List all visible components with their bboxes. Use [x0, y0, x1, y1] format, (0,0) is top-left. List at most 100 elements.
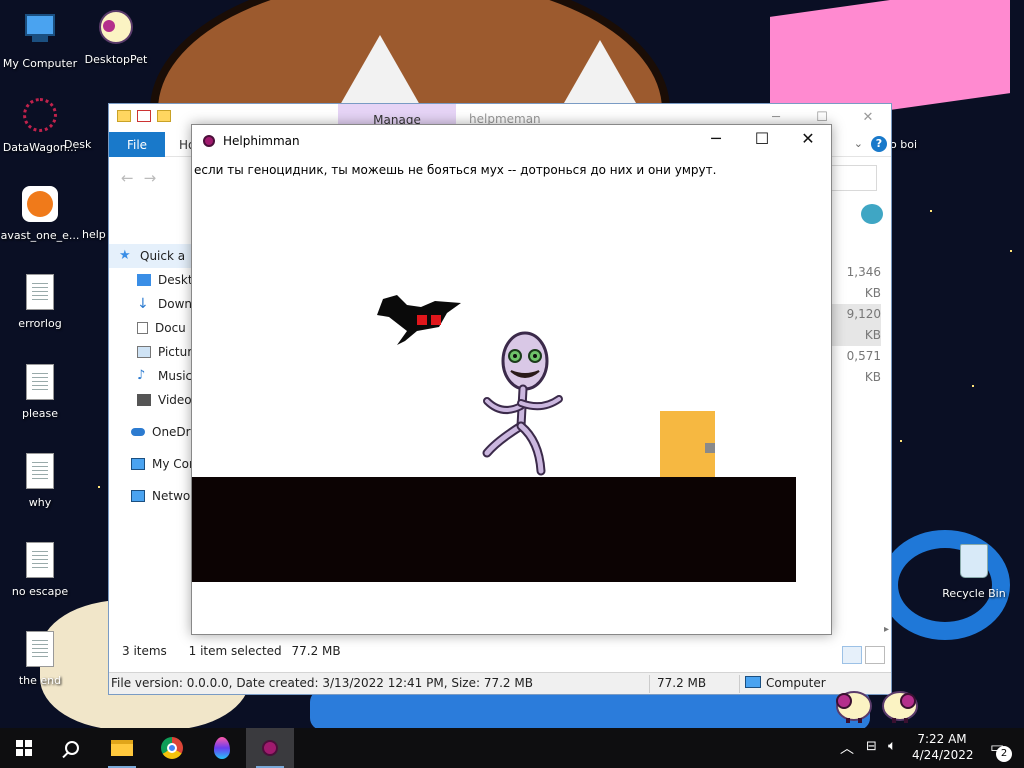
- yellow-box: [660, 411, 715, 481]
- desktop-icon-partial[interactable]: Desk: [64, 138, 108, 151]
- file-size-column: 1,346 KB 9,120 KB 0,571 KB: [831, 262, 881, 388]
- scroll-right-icon[interactable]: ▸: [884, 624, 889, 635]
- desktop-icon-why[interactable]: why: [0, 453, 80, 509]
- video-icon: [137, 394, 151, 406]
- desktop-icon-label: Recycle Bin: [942, 587, 1006, 600]
- desktop-icon-label: o boi: [890, 138, 917, 151]
- desktop-icon-the-end[interactable]: the end: [0, 631, 80, 687]
- chevron-down-icon[interactable]: ⌄: [854, 137, 863, 150]
- game-canvas[interactable]: если ты геноцидник, ты можешь не бояться…: [192, 156, 831, 634]
- divider: [739, 675, 740, 693]
- wallpaper-ear-right: [560, 40, 640, 110]
- nav-buttons[interactable]: ←→: [121, 169, 166, 187]
- desktop-icon-label: the end: [18, 674, 62, 687]
- system-tray: ︿ ⊟ 🔈︎ 7:22 AM 4/24/2022 ▭ 2: [824, 728, 1024, 768]
- app-icon: [203, 135, 215, 147]
- computer-icon: [745, 676, 761, 688]
- desktop-icon-please[interactable]: please: [0, 364, 80, 420]
- minimize-button[interactable]: ─: [693, 125, 739, 156]
- star-icon: ★: [119, 248, 131, 263]
- helphimman-window[interactable]: Helphimman ─ ☐ ✕ если ты геноцидник, ты …: [191, 124, 832, 635]
- desktop-icon-errorlog[interactable]: errorlog: [0, 274, 80, 330]
- desktop-icon-desktoppet[interactable]: DesktopPet: [76, 8, 156, 66]
- location: Computer: [745, 676, 826, 690]
- start-button[interactable]: [0, 728, 48, 768]
- view-buttons: [842, 646, 885, 664]
- desktop-icon-my-computer[interactable]: My Computer: [0, 8, 80, 70]
- taskbar: ︿ ⊟ 🔈︎ 7:22 AM 4/24/2022 ▭ 2: [0, 728, 1024, 768]
- document-icon: [137, 322, 148, 334]
- desktop-icon-recycle-bin[interactable]: Recycle Bin: [934, 542, 1014, 600]
- file-size-total: 77.2 MB: [657, 676, 707, 690]
- ground-platform: [192, 477, 796, 582]
- fly-eye: [431, 315, 441, 325]
- desktop-icon-label: why: [28, 496, 52, 509]
- taskbar-chrome[interactable]: [148, 728, 196, 768]
- volume-icon[interactable]: 🔈︎: [888, 738, 896, 754]
- large-icons-view-icon[interactable]: [865, 646, 885, 664]
- close-button[interactable]: ✕: [845, 104, 891, 132]
- clock[interactable]: 7:22 AM 4/24/2022: [912, 728, 974, 763]
- desktop-pet-sheep[interactable]: [880, 686, 920, 724]
- game-titlebar[interactable]: Helphimman ─ ☐ ✕: [192, 125, 831, 156]
- chevron-up-icon[interactable]: ︿: [840, 738, 854, 758]
- tab-file[interactable]: File: [109, 132, 165, 157]
- player-character: [482, 331, 563, 476]
- desktop-pet-sheep[interactable]: [832, 686, 872, 724]
- item-count: 3 items: [122, 644, 167, 658]
- windows-logo-icon: [16, 740, 32, 756]
- sidebar-item-label: Networ: [152, 489, 196, 503]
- file-size: 1,346 KB: [846, 265, 881, 300]
- selection-size: 77.2 MB: [291, 644, 341, 658]
- quick-access-toolbar: [117, 110, 171, 122]
- desktop-icon-label: My Computer: [2, 57, 78, 70]
- maximize-button[interactable]: ☐: [739, 125, 785, 156]
- datawagon-icon: [22, 98, 58, 138]
- help-icon[interactable]: ?: [871, 136, 887, 152]
- details-view-icon[interactable]: [842, 646, 862, 664]
- status-bar: 3 items 1 item selected 77.2 MB: [109, 638, 891, 664]
- properties-icon[interactable]: [137, 110, 151, 122]
- sidebar-item-label: Video: [158, 393, 192, 407]
- game-hint-text: если ты геноцидник, ты можешь не бояться…: [194, 163, 717, 177]
- my-computer-icon: [22, 14, 58, 54]
- download-icon: ↓: [137, 296, 149, 312]
- text-file-icon: [22, 274, 58, 314]
- divider: [649, 675, 650, 693]
- recycle-bin-icon: [956, 544, 992, 584]
- avast-icon: [22, 186, 58, 226]
- details-bar: File version: 0.0.0.0, Date created: 3/1…: [109, 672, 891, 694]
- wallpaper-ear-left: [340, 35, 420, 105]
- network-icon[interactable]: ⊟: [866, 739, 877, 754]
- taskbar-maps[interactable]: [198, 728, 246, 768]
- shell-icon[interactable]: [861, 204, 883, 224]
- text-file-icon: [22, 364, 58, 404]
- star: [900, 440, 902, 442]
- desktop-icon-label: avast_one_e...: [0, 229, 80, 242]
- sidebar-item-label: My Cor: [152, 457, 194, 471]
- chrome-icon: [161, 737, 183, 759]
- star: [972, 385, 974, 387]
- desktop-icon-label: DesktopPet: [84, 53, 148, 66]
- desktop-icon-avast[interactable]: avast_one_e...: [0, 184, 80, 242]
- sidebar-item-label: Down: [158, 297, 193, 311]
- folder-icon[interactable]: [117, 110, 131, 122]
- close-button[interactable]: ✕: [785, 125, 831, 156]
- star: [98, 486, 100, 488]
- new-folder-icon[interactable]: [157, 110, 171, 122]
- desktop-icon-label: errorlog: [18, 317, 62, 330]
- desktop-icon-no-escape[interactable]: no escape: [0, 542, 80, 598]
- music-icon: ♪: [137, 368, 146, 383]
- file-size: 0,571 KB: [846, 349, 881, 384]
- taskbar-file-explorer[interactable]: [98, 728, 146, 768]
- computer-icon: [131, 458, 145, 470]
- star: [930, 210, 932, 212]
- file-details: File version: 0.0.0.0, Date created: 3/1…: [111, 676, 533, 690]
- taskbar-helphimman[interactable]: [246, 728, 294, 768]
- network-icon: [131, 490, 145, 502]
- notification-badge: 2: [996, 746, 1012, 762]
- search-button[interactable]: [48, 728, 96, 768]
- onedrive-icon: [131, 428, 145, 436]
- desktop-icon: [137, 274, 151, 286]
- desktop-icon-partial-right[interactable]: o boi: [890, 138, 930, 151]
